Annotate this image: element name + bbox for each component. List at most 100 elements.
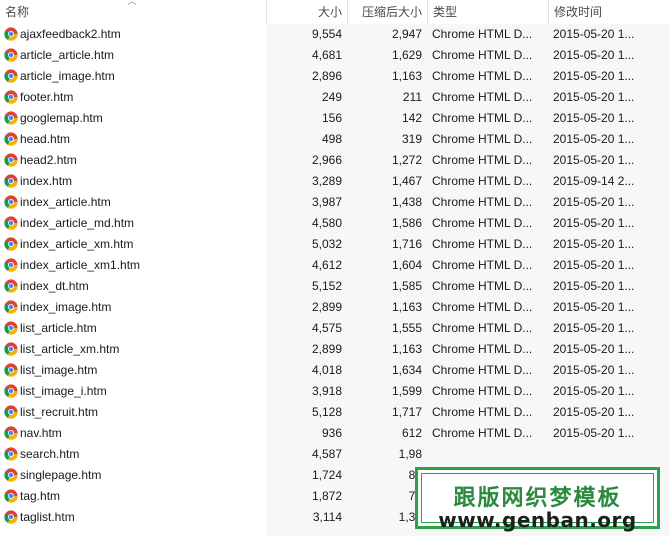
file-row[interactable]: article_article.htm 4,681 1,629 Chrome H… (0, 45, 669, 66)
file-modified: 2015-05-20 1... (553, 27, 635, 41)
file-row[interactable]: list_article.htm 4,575 1,555 Chrome HTML… (0, 318, 669, 339)
file-row[interactable]: article_image.htm 2,896 1,163 Chrome HTM… (0, 66, 669, 87)
file-row[interactable]: list_image.htm 4,018 1,634 Chrome HTML D… (0, 360, 669, 381)
file-modified: 2015-05-20 1... (553, 342, 635, 356)
file-type: Chrome HTML D... (432, 363, 533, 377)
file-row[interactable]: ajaxfeedback2.htm 9,554 2,947 Chrome HTM… (0, 24, 669, 45)
file-name: head.htm (20, 132, 71, 146)
file-packed-size: 1,555 (391, 321, 422, 335)
watermark-url: www.genban.org (438, 508, 637, 532)
file-row[interactable]: nav.htm 936 612 Chrome HTML D... 2015-05… (0, 423, 669, 444)
file-row[interactable]: index.htm 3,289 1,467 Chrome HTML D... 2… (0, 171, 669, 192)
column-header-modified[interactable]: 修改时间 (548, 0, 669, 24)
column-header-type[interactable]: 类型 (427, 0, 548, 24)
file-packed-size: 142 (401, 111, 422, 125)
file-name: tag.htm (20, 489, 61, 503)
column-header-packed-label: 压缩后大小 (361, 5, 422, 19)
file-name-cell: singlepage.htm (0, 465, 266, 486)
file-size: 249 (321, 90, 342, 104)
file-name: index_article_xm1.htm (20, 258, 141, 272)
file-size: 3,114 (312, 510, 342, 524)
column-header-type-label: 类型 (433, 5, 458, 19)
file-name: index_image.htm (20, 300, 112, 314)
file-size: 4,587 (311, 447, 342, 461)
file-packed-size: 1,272 (391, 153, 422, 167)
chrome-html-file-icon (4, 132, 18, 146)
column-header-size[interactable]: 大小 (266, 0, 347, 24)
file-size: 498 (321, 132, 342, 146)
file-list[interactable]: 名称 ︿ 大小 压缩后大小 类型 修改时间 CR ajaxfeedback2.h… (0, 0, 669, 536)
column-header-packed[interactable]: 压缩后大小 (347, 0, 427, 24)
file-row[interactable]: index_article.htm 3,987 1,438 Chrome HTM… (0, 192, 669, 213)
file-type: Chrome HTML D... (432, 321, 533, 335)
file-size: 4,575 (311, 321, 342, 335)
file-name-cell: googlemap.htm (0, 108, 266, 129)
file-name: index_article.htm (20, 195, 111, 209)
file-row[interactable]: index_dt.htm 5,152 1,585 Chrome HTML D..… (0, 276, 669, 297)
file-name-cell: list_image_i.htm (0, 381, 266, 402)
file-row[interactable]: index_article_xm.htm 5,032 1,716 Chrome … (0, 234, 669, 255)
chrome-html-file-icon (4, 27, 18, 41)
file-modified: 2015-05-20 1... (553, 111, 635, 125)
file-name: googlemap.htm (20, 111, 103, 125)
chrome-html-file-icon (4, 468, 18, 482)
file-modified: 2015-05-20 1... (553, 237, 635, 251)
file-size: 2,899 (311, 342, 342, 356)
file-size: 2,896 (311, 69, 342, 83)
chrome-html-file-icon (4, 258, 18, 272)
file-name: list_article.htm (20, 321, 97, 335)
file-row[interactable]: index_image.htm 2,899 1,163 Chrome HTML … (0, 297, 669, 318)
file-row[interactable]: list_article_xm.htm 2,899 1,163 Chrome H… (0, 339, 669, 360)
chrome-html-file-icon (4, 405, 18, 419)
file-name: footer.htm (20, 90, 74, 104)
file-type: Chrome HTML D... (432, 111, 533, 125)
file-name: search.htm (20, 447, 80, 461)
file-size: 3,987 (311, 195, 342, 209)
file-row[interactable]: search.htm 4,587 1,98 39 (0, 444, 669, 465)
file-row[interactable]: head2.htm 2,966 1,272 Chrome HTML D... 2… (0, 150, 669, 171)
file-packed-size: 1,163 (391, 69, 422, 83)
file-modified: 2015-05-20 1... (553, 153, 635, 167)
column-header-modified-label: 修改时间 (554, 5, 603, 19)
file-row[interactable]: index_article_xm1.htm 4,612 1,604 Chrome… (0, 255, 669, 276)
file-packed-size: 1,634 (391, 363, 422, 377)
file-size: 936 (321, 426, 342, 440)
column-header-name-label: 名称 (5, 5, 30, 19)
file-size: 1,724 (311, 468, 342, 482)
file-size: 9,554 (311, 27, 342, 41)
file-packed-size: 612 (401, 426, 422, 440)
file-modified: 2015-05-20 1... (553, 132, 635, 146)
file-packed-size: 1,717 (391, 405, 422, 419)
file-name: list_image_i.htm (20, 384, 107, 398)
file-size: 4,612 (311, 258, 342, 272)
file-modified: 2015-05-20 1... (553, 69, 635, 83)
file-modified: 2015-05-20 1... (553, 195, 635, 209)
file-type: Chrome HTML D... (432, 90, 533, 104)
file-modified: 2015-05-20 1... (553, 279, 635, 293)
file-row[interactable]: googlemap.htm 156 142 Chrome HTML D... 2… (0, 108, 669, 129)
file-name-cell: head2.htm (0, 150, 266, 171)
file-row[interactable]: index_article_md.htm 4,580 1,586 Chrome … (0, 213, 669, 234)
file-name: index_dt.htm (20, 279, 89, 293)
file-type: Chrome HTML D... (432, 279, 533, 293)
file-modified: 2015-05-20 1... (553, 405, 635, 419)
file-packed-size: 1,604 (391, 258, 422, 272)
column-header-name[interactable]: 名称 ︿ (0, 0, 266, 24)
chrome-html-file-icon (4, 321, 18, 335)
chrome-html-file-icon (4, 426, 18, 440)
file-name-cell: nav.htm (0, 423, 266, 444)
file-row[interactable]: head.htm 498 319 Chrome HTML D... 2015-0… (0, 129, 669, 150)
file-packed-size: 319 (401, 132, 422, 146)
file-row[interactable]: footer.htm 249 211 Chrome HTML D... 2015… (0, 87, 669, 108)
file-row[interactable]: list_recruit.htm 5,128 1,717 Chrome HTML… (0, 402, 669, 423)
file-packed-size: 1,438 (391, 195, 422, 209)
file-name: index_article_md.htm (20, 216, 135, 230)
file-size: 5,032 (311, 237, 342, 251)
file-name: singlepage.htm (20, 468, 102, 482)
file-row[interactable]: list_image_i.htm 3,918 1,599 Chrome HTML… (0, 381, 669, 402)
file-name: nav.htm (20, 426, 62, 440)
file-name-cell: article_image.htm (0, 66, 266, 87)
file-name-cell: ajaxfeedback2.htm (0, 24, 266, 45)
file-name-cell: taglist.htm (0, 507, 266, 528)
file-name-cell: tag.htm (0, 486, 266, 507)
